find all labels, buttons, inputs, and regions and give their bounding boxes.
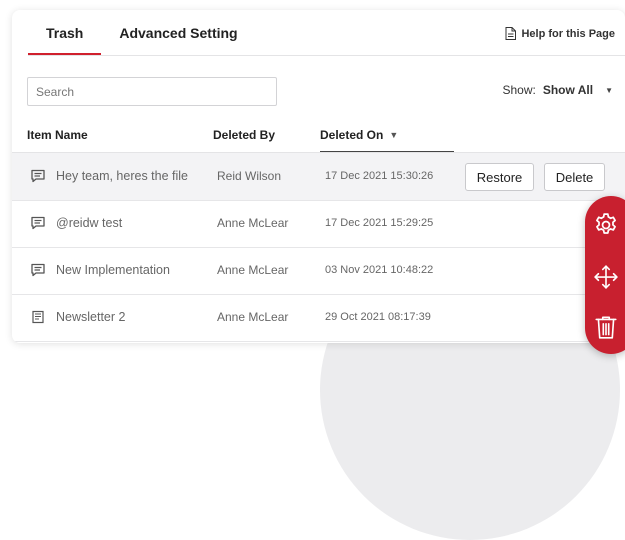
help-label: Help for this Page	[521, 27, 615, 40]
document-icon	[505, 27, 517, 40]
column-header-item-name[interactable]: Item Name	[27, 128, 88, 142]
comment-icon	[31, 169, 45, 183]
caret-down-icon: ▼	[605, 85, 613, 95]
show-label: Show:	[502, 83, 536, 97]
help-link[interactable]: Help for this Page	[505, 27, 615, 40]
trash-panel: Trash Advanced Setting Help for this Pag…	[12, 10, 625, 343]
trash-icon[interactable]	[593, 314, 619, 340]
tab-trash[interactable]: Trash	[28, 10, 102, 56]
column-header-deleted-by[interactable]: Deleted By	[213, 128, 275, 142]
deleted-on-label: Deleted On	[320, 128, 384, 142]
item-name: @reidw test	[56, 216, 123, 230]
restore-button[interactable]: Restore	[465, 163, 534, 191]
deleted-on: 29 Oct 2021 08:17:39	[325, 311, 431, 323]
search-input[interactable]	[27, 77, 277, 106]
deleted-by: Anne McLear	[217, 216, 289, 230]
sort-down-icon: ▼	[389, 130, 399, 140]
newsletter-icon	[32, 310, 44, 324]
comment-icon	[31, 263, 45, 277]
table-row[interactable]: Hey team, heres the file Reid Wilson 17 …	[12, 153, 625, 201]
floating-toolbar	[585, 196, 625, 354]
item-name: Newsletter 2	[56, 310, 126, 324]
deleted-on: 17 Dec 2021 15:29:25	[325, 217, 434, 229]
show-filter[interactable]: Show: Show All ▼	[502, 83, 613, 97]
item-name: New Implementation	[56, 263, 170, 277]
tab-divider	[28, 55, 625, 56]
item-name: Hey team, heres the file	[56, 169, 189, 183]
table-row[interactable]: New Implementation Anne McLear 03 Nov 20…	[12, 247, 625, 295]
deleted-on: 17 Dec 2021 15:30:26	[325, 170, 434, 182]
comment-icon	[31, 216, 45, 230]
table-row[interactable]: Newsletter 2 Anne McLear 29 Oct 2021 08:…	[12, 294, 625, 342]
tab-advanced-setting[interactable]: Advanced Setting	[101, 10, 255, 56]
column-header-deleted-on[interactable]: Deleted On ▼	[320, 128, 398, 142]
move-icon[interactable]	[593, 264, 619, 290]
tab-bar: Trash Advanced Setting	[28, 10, 256, 56]
deleted-by: Anne McLear	[217, 310, 289, 324]
gear-icon[interactable]	[593, 212, 619, 238]
show-value: Show All	[542, 83, 594, 97]
deleted-on: 03 Nov 2021 10:48:22	[325, 264, 434, 276]
deleted-by: Reid Wilson	[217, 169, 282, 183]
table-row[interactable]: @reidw test Anne McLear 17 Dec 2021 15:2…	[12, 200, 625, 248]
delete-button[interactable]: Delete	[544, 163, 605, 191]
deleted-by: Anne McLear	[217, 263, 289, 277]
